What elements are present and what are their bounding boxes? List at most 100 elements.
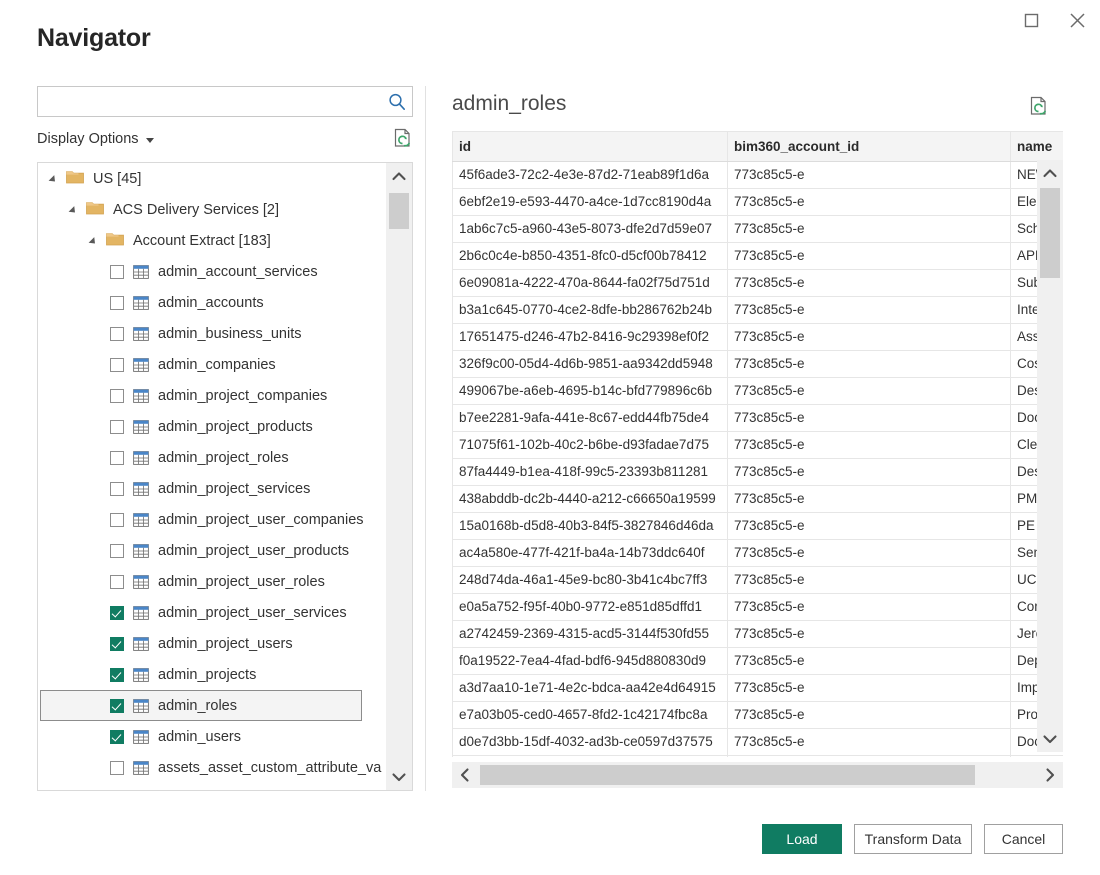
table-cell: 773c85c5-e [728, 513, 1011, 540]
table-row[interactable]: e0a5a752-f95f-40b0-9772-e851d85dffd1773c… [453, 594, 1064, 621]
table-row[interactable]: 6ebf2e19-e593-4470-a4ce-1d7cc8190d4a773c… [453, 189, 1064, 216]
column-header[interactable]: name [1011, 132, 1064, 162]
column-header[interactable]: id [453, 132, 728, 162]
scroll-right-icon[interactable] [1037, 762, 1063, 788]
table-icon [133, 451, 149, 465]
tree-table-item[interactable]: admin_project_products [38, 411, 386, 442]
tree-table-item[interactable]: assets_asset_custom_attribute_values [38, 752, 386, 783]
load-button[interactable]: Load [762, 824, 842, 854]
table-row[interactable]: 17651475-d246-47b2-8416-9c29398ef0f2773c… [453, 324, 1064, 351]
table-row[interactable]: 438abddb-dc2b-4440-a212-c66650a19599773c… [453, 486, 1064, 513]
tree-table-item[interactable]: admin_business_units [38, 318, 386, 349]
display-options-dropdown[interactable]: Display Options [37, 131, 154, 147]
checkbox-checked[interactable] [110, 606, 124, 620]
checkbox-unchecked[interactable] [110, 575, 124, 589]
expand-collapse-icon[interactable] [50, 173, 62, 185]
tree-items-container: US [45]ACS Delivery Services [2]Account … [38, 163, 386, 791]
cancel-button[interactable]: Cancel [984, 824, 1063, 854]
tree-folder-item[interactable]: Account Extract [183] [38, 225, 386, 256]
tree-table-item[interactable]: admin_project_user_services [38, 597, 386, 628]
tree-table-item[interactable]: admin_companies [38, 349, 386, 380]
table-row[interactable]: d8204227-c81a-42a1-8679-b9a695e81879773c… [453, 756, 1064, 758]
tree-table-item[interactable]: admin_accounts [38, 287, 386, 318]
refresh-preview-icon[interactable] [1029, 96, 1049, 123]
table-row[interactable]: 1ab6c7c5-a960-43e5-8073-dfe2d7d59e07773c… [453, 216, 1064, 243]
tree-table-item[interactable]: admin_users [38, 721, 386, 752]
scroll-down-icon[interactable] [386, 764, 412, 790]
checkbox-checked[interactable] [110, 730, 124, 744]
scroll-left-icon[interactable] [452, 762, 478, 788]
table-row[interactable]: 71075f61-102b-40c2-b6be-d93fadae7d75773c… [453, 432, 1064, 459]
checkbox-checked[interactable] [110, 699, 124, 713]
expand-collapse-icon[interactable] [70, 204, 82, 216]
table-row[interactable]: 499067be-a6eb-4695-b14c-bfd779896c6b773c… [453, 378, 1064, 405]
checkbox-unchecked[interactable] [110, 296, 124, 310]
preview-horizontal-scrollbar[interactable] [452, 762, 1063, 788]
checkbox-unchecked[interactable] [110, 482, 124, 496]
table-cell: 773c85c5-e [728, 756, 1011, 758]
tree-vertical-scrollbar[interactable] [386, 163, 412, 790]
search-input[interactable] [38, 88, 382, 115]
refresh-document-icon[interactable] [393, 128, 413, 155]
preview-vertical-scrollbar[interactable] [1037, 160, 1063, 752]
checkbox-unchecked[interactable] [110, 544, 124, 558]
chevron-down-icon [146, 138, 154, 143]
scroll-down-icon[interactable] [1037, 726, 1063, 752]
close-button[interactable] [1054, 0, 1100, 40]
checkbox-unchecked[interactable] [110, 265, 124, 279]
table-row[interactable]: 15a0168b-d5d8-40b3-84f5-3827846d46da773c… [453, 513, 1064, 540]
tree-folder-item[interactable]: US [45] [38, 163, 386, 194]
table-cell: 773c85c5-e [728, 270, 1011, 297]
scroll-up-icon[interactable] [1037, 160, 1063, 186]
table-row[interactable]: 6e09081a-4222-470a-8644-fa02f75d751d773c… [453, 270, 1064, 297]
checkbox-unchecked[interactable] [110, 451, 124, 465]
table-row[interactable]: a3d7aa10-1e71-4e2c-bdca-aa42e4d64915773c… [453, 675, 1064, 702]
search-box[interactable] [37, 86, 413, 117]
preview-grid[interactable]: idbim360_account_idname 45f6ade3-72c2-4e… [452, 131, 1063, 757]
tree-table-item[interactable]: admin_project_users [38, 628, 386, 659]
table-row[interactable]: f0a19522-7ea4-4fad-bdf6-945d880830d9773c… [453, 648, 1064, 675]
checkbox-unchecked[interactable] [110, 420, 124, 434]
tree-table-item[interactable]: admin_project_roles [38, 442, 386, 473]
table-row[interactable]: 2b6c0c4e-b850-4351-8fc0-d5cf00b78412773c… [453, 243, 1064, 270]
tree-table-item[interactable]: admin_account_services [38, 256, 386, 287]
tree-table-item[interactable]: admin_project_user_products [38, 535, 386, 566]
column-header[interactable]: bim360_account_id [728, 132, 1011, 162]
table-row[interactable]: d0e7d3bb-15df-4032-ad3b-ce0597d37575773c… [453, 729, 1064, 756]
tree-table-item-selected[interactable]: admin_roles [40, 690, 362, 721]
search-icon[interactable] [382, 92, 412, 112]
checkbox-unchecked[interactable] [110, 513, 124, 527]
table-row[interactable]: 87fa4449-b1ea-418f-99c5-23393b811281773c… [453, 459, 1064, 486]
tree-scroll-thumb[interactable] [389, 193, 409, 229]
preview-hscroll-thumb[interactable] [480, 765, 975, 785]
table-row[interactable]: a2742459-2369-4315-acd5-3144f530fd55773c… [453, 621, 1064, 648]
table-row[interactable]: b3a1c645-0770-4ce2-8dfe-bb286762b24b773c… [453, 297, 1064, 324]
table-row[interactable]: 326f9c00-05d4-4d6b-9851-aa9342dd5948773c… [453, 351, 1064, 378]
table-row[interactable]: ac4a580e-477f-421f-ba4a-14b73ddc640f773c… [453, 540, 1064, 567]
tree-table-item[interactable]: admin_projects [38, 659, 386, 690]
checkbox-checked[interactable] [110, 637, 124, 651]
expand-collapse-icon[interactable] [90, 235, 102, 247]
checkbox-unchecked[interactable] [110, 389, 124, 403]
checkbox-unchecked[interactable] [110, 358, 124, 372]
table-icon [133, 358, 149, 372]
table-row[interactable]: b7ee2281-9afa-441e-8c67-edd44fb75de4773c… [453, 405, 1064, 432]
tree-folder-item[interactable]: ACS Delivery Services [2] [38, 194, 386, 225]
tree-table-item[interactable]: admin_project_companies [38, 380, 386, 411]
checkbox-unchecked[interactable] [110, 327, 124, 341]
table-row[interactable]: 45f6ade3-72c2-4e3e-87d2-71eab89f1d6a773c… [453, 162, 1064, 189]
navigation-tree[interactable]: US [45]ACS Delivery Services [2]Account … [37, 162, 413, 791]
transform-data-button[interactable]: Transform Data [854, 824, 972, 854]
preview-scroll-thumb[interactable] [1040, 188, 1060, 278]
checkbox-checked[interactable] [110, 668, 124, 682]
table-row[interactable]: e7a03b05-ced0-4657-8fd2-1c42174fbc8a773c… [453, 702, 1064, 729]
tree-table-item[interactable]: admin_project_user_roles [38, 566, 386, 597]
table-row[interactable]: 248d74da-46a1-45e9-bc80-3b41c4bc7ff3773c… [453, 567, 1064, 594]
table-cell: f0a19522-7ea4-4fad-bdf6-945d880830d9 [453, 648, 728, 675]
scroll-up-icon[interactable] [386, 163, 412, 189]
tree-item-label: admin_project_companies [158, 388, 327, 404]
tree-table-item[interactable]: admin_project_services [38, 473, 386, 504]
tree-table-item[interactable]: admin_project_user_companies [38, 504, 386, 535]
checkbox-unchecked[interactable] [110, 761, 124, 775]
maximize-button[interactable] [1008, 0, 1054, 40]
